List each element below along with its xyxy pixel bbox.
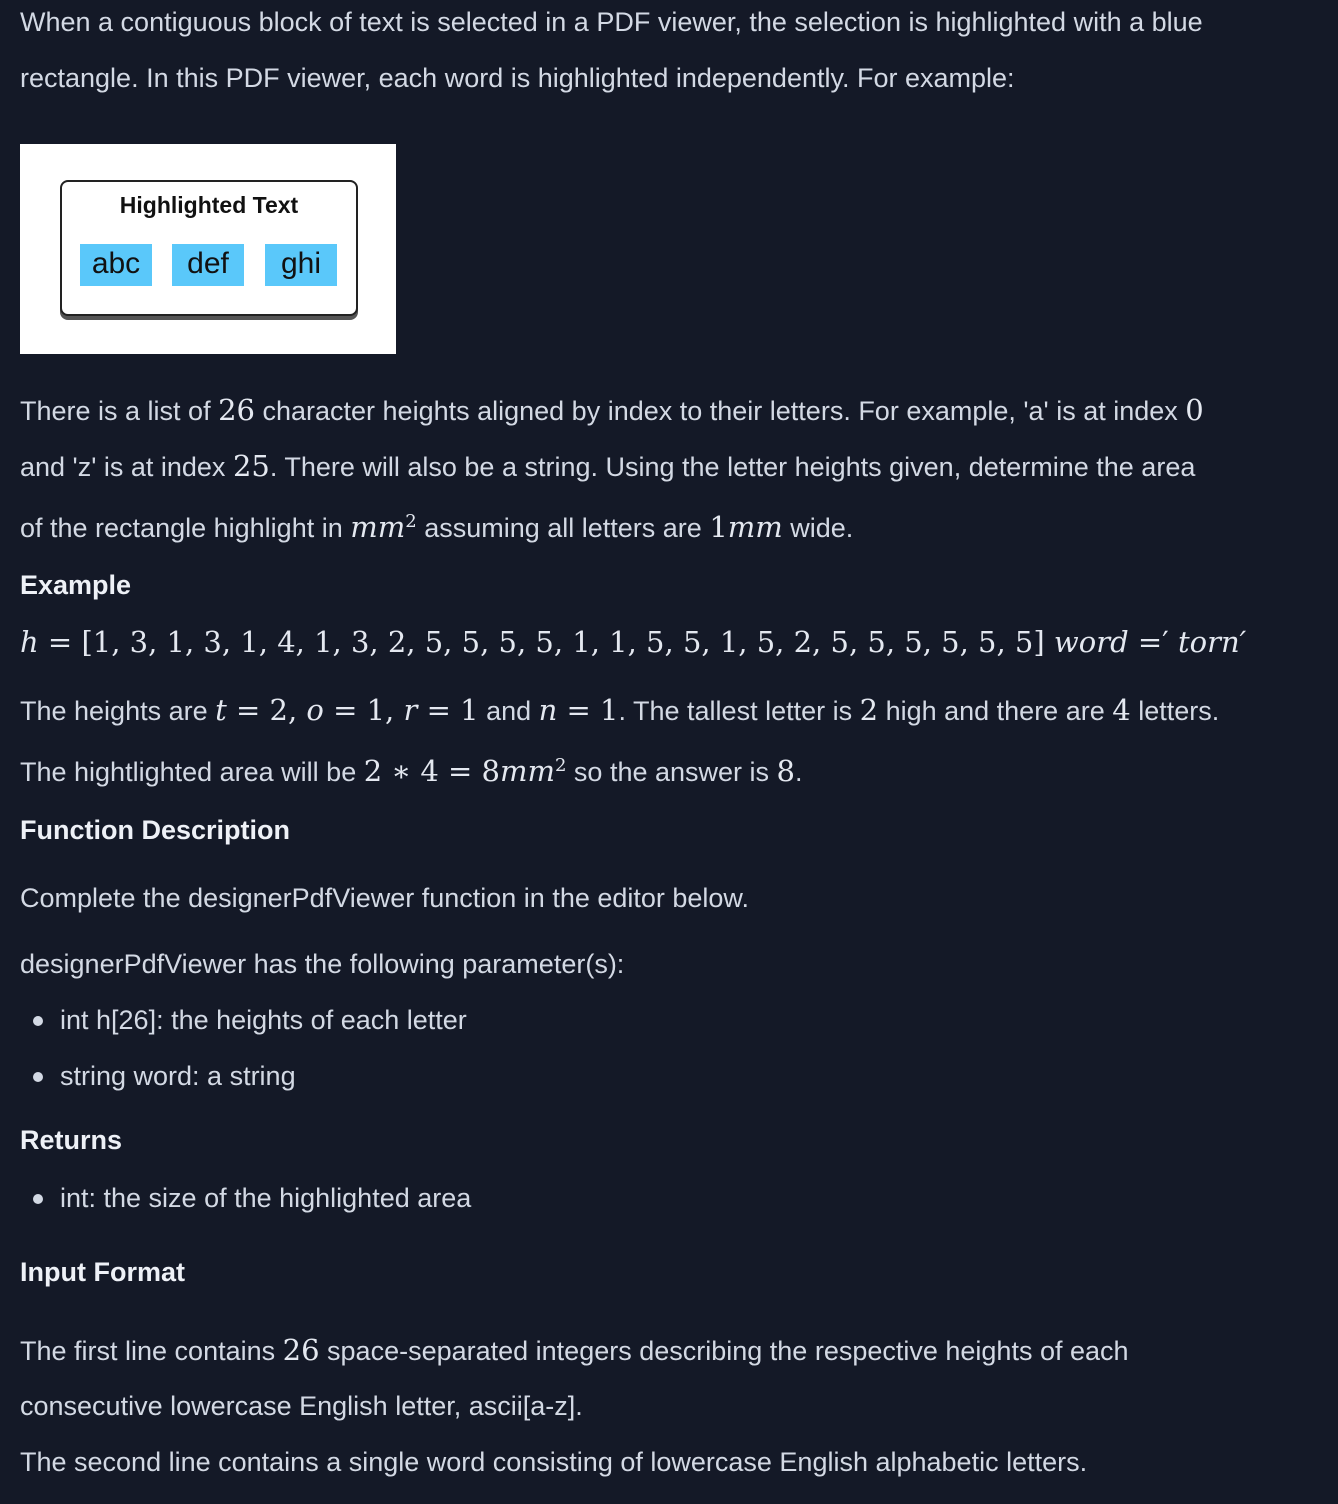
parameters-intro: designerPdfViewer has the following para… [20, 949, 625, 979]
input-format-heading: Input Format [20, 1257, 185, 1287]
intro-line-2: rectangle. In this PDF viewer, each word… [20, 63, 1015, 93]
function-description-text: Complete the designerPdfViewer function … [20, 883, 749, 913]
highlight-example-box: Highlighted Text abc def ghi [60, 180, 358, 316]
description-line-1: There is a list of 26 character heights … [20, 393, 1204, 427]
figure-title: Highlighted Text [119, 192, 299, 218]
input-format-line-2: consecutive lowercase English letter, as… [20, 1391, 583, 1421]
list-item: string word: a string [20, 1048, 1220, 1104]
list-item: int h[26]: the heights of each letter [20, 992, 1220, 1048]
intro-line-1: When a contiguous block of text is selec… [20, 7, 1203, 37]
example-formula: h = [1, 3, 1, 3, 1, 4, 1, 3, 2, 5, 5, 5,… [20, 625, 1247, 659]
input-format-line-1: The first line contains 26 space-separat… [20, 1333, 1129, 1367]
highlight-example-image: Highlighted Text abc def ghi [20, 144, 396, 354]
highlighted-word-def: def [172, 244, 244, 286]
description-line-3: of the rectangle highlight in mm2 assumi… [20, 510, 854, 544]
list-item: int: the size of the highlighted area [20, 1170, 1220, 1226]
example-explanation-1: The heights are t = 2, o = 1, r = 1 and … [20, 693, 1220, 727]
description-line-2: and 'z' is at index 25. There will also … [20, 449, 1196, 483]
function-description-heading: Function Description [20, 815, 290, 845]
highlighted-word-ghi: ghi [265, 244, 337, 286]
example-explanation-2: The hightlighted area will be 2 ∗ 4 = 8m… [20, 754, 803, 788]
input-format-line-3: The second line contains a single word c… [20, 1447, 1088, 1477]
example-heading: Example [20, 570, 132, 600]
returns-list: int: the size of the highlighted area [20, 1170, 1220, 1226]
parameters-list: int h[26]: the heights of each letter st… [20, 992, 1220, 1104]
highlighted-word-abc: abc [80, 244, 152, 286]
returns-heading: Returns [20, 1125, 123, 1155]
